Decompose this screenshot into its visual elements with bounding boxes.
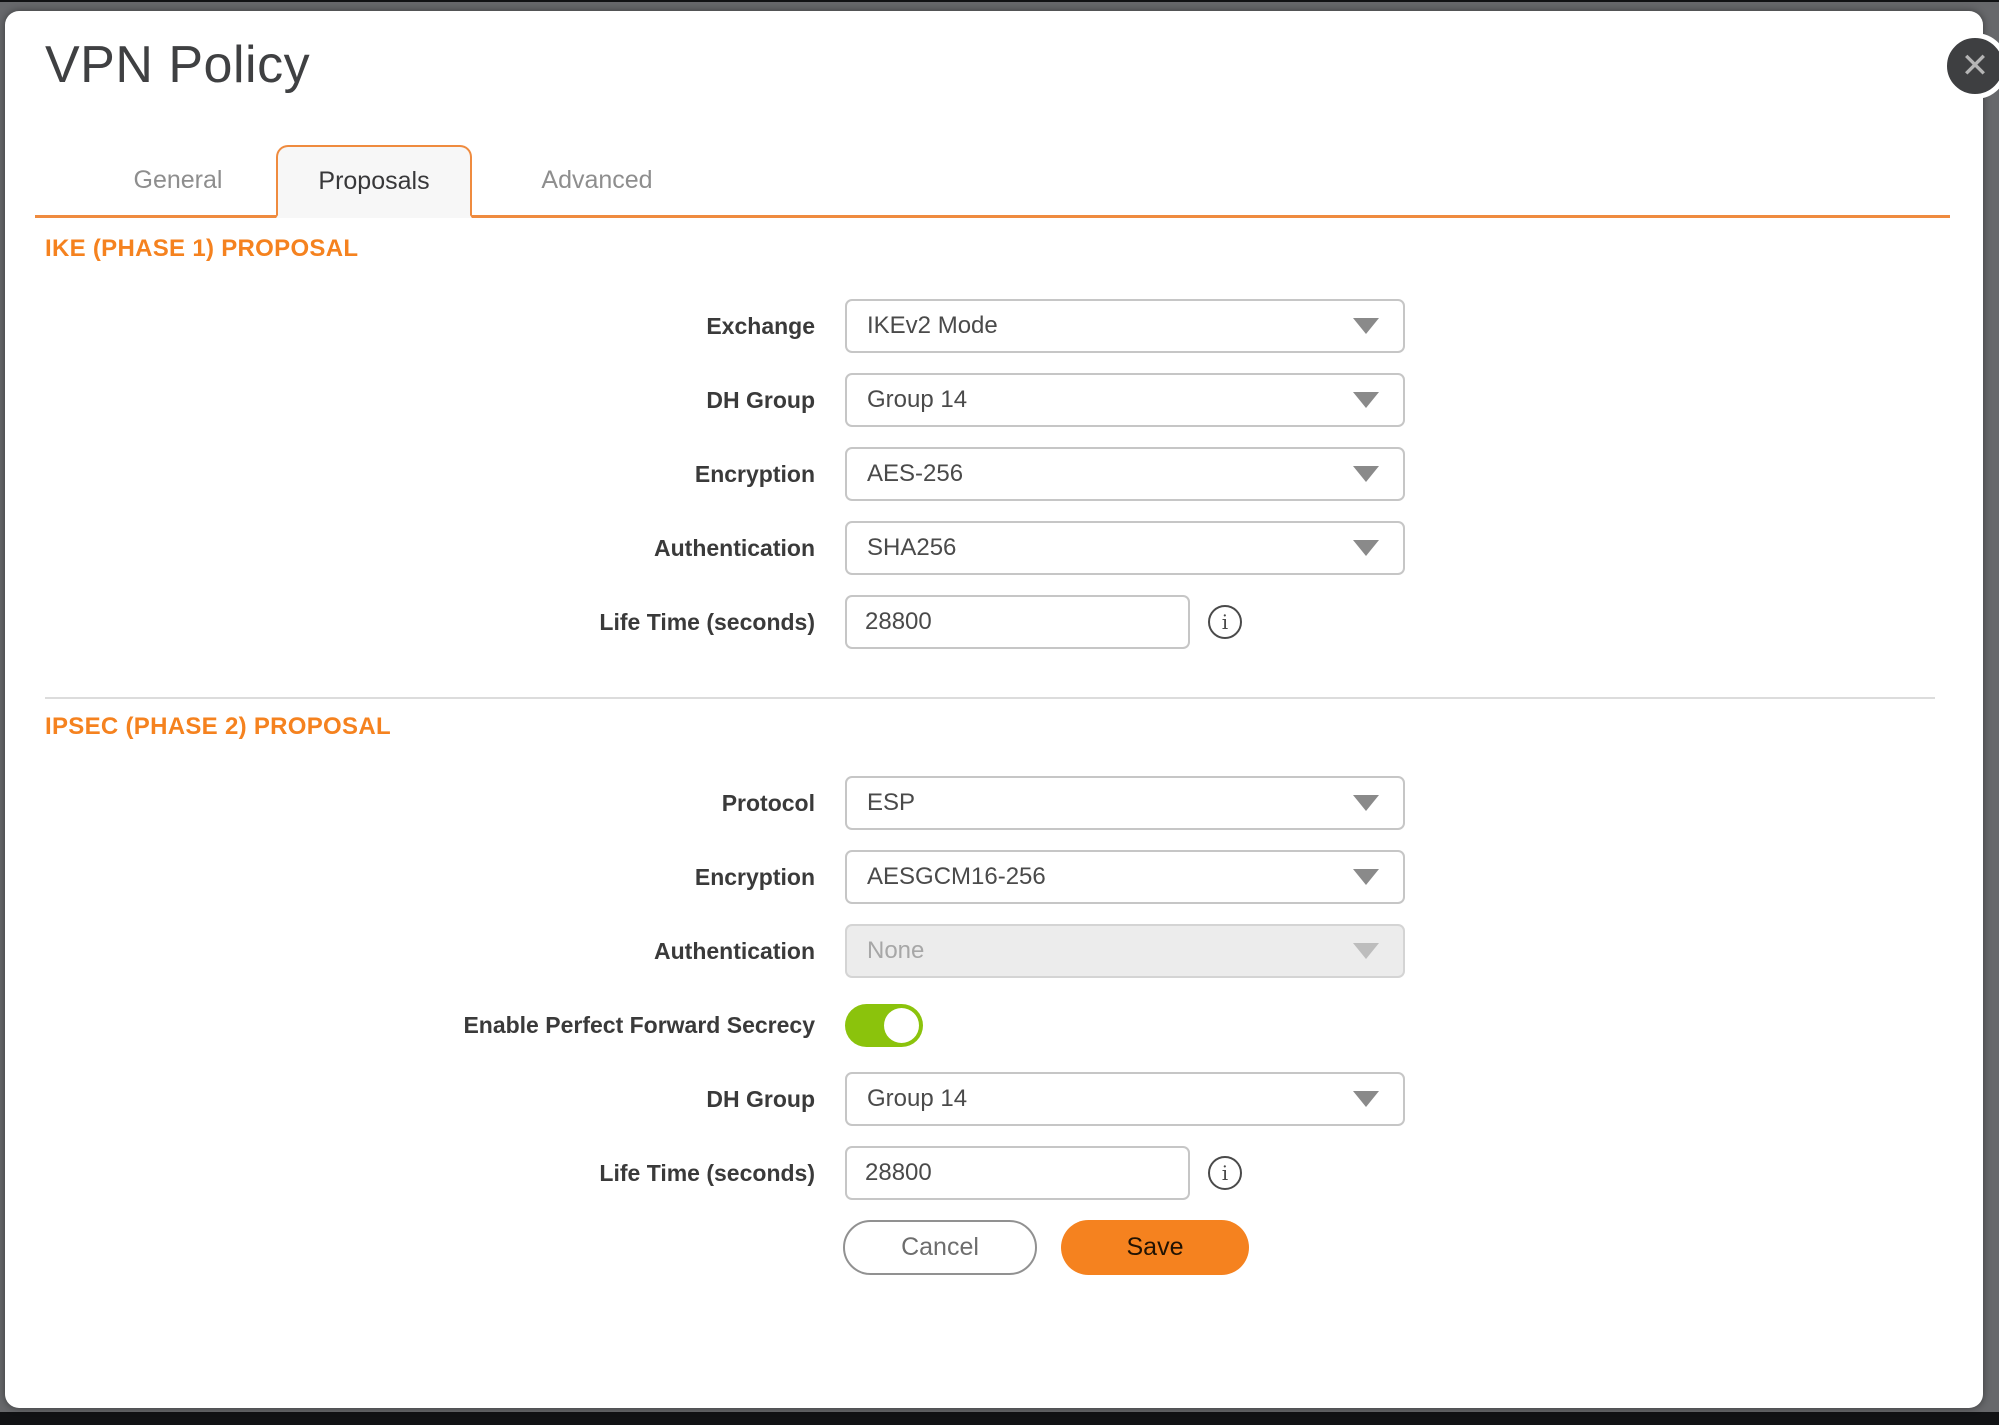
chevron-down-icon	[1353, 392, 1379, 408]
close-icon: ✕	[1961, 49, 1990, 83]
dh-group2-value: Group 14	[867, 1085, 967, 1113]
encryption-dropdown[interactable]: AES-256	[845, 447, 1405, 501]
chevron-down-icon	[1353, 943, 1379, 959]
authentication2-dropdown-disabled: None	[845, 924, 1405, 978]
vpn-policy-dialog: ✕ VPN Policy General Proposals Advanced …	[5, 11, 1983, 1408]
dh-group2-dropdown[interactable]: Group 14	[845, 1072, 1405, 1126]
authentication2-value: None	[867, 937, 924, 965]
encryption-value: AES-256	[867, 460, 963, 488]
life-time2-row: Life Time (seconds) i	[45, 1146, 1983, 1200]
encryption-row: Encryption AES-256	[45, 447, 1983, 501]
tab-advanced-label: Advanced	[541, 166, 652, 195]
authentication-dropdown[interactable]: SHA256	[845, 521, 1405, 575]
dh-group-label: DH Group	[45, 387, 815, 414]
authentication2-row: Authentication None	[45, 924, 1983, 978]
info-icon[interactable]: i	[1208, 605, 1242, 639]
info-icon-glyph: i	[1222, 610, 1228, 634]
encryption2-value: AESGCM16-256	[867, 863, 1046, 891]
authentication-row: Authentication SHA256	[45, 521, 1983, 575]
chevron-down-icon	[1353, 1091, 1379, 1107]
life-time-input-phase2[interactable]	[845, 1146, 1190, 1200]
exchange-label: Exchange	[45, 313, 815, 340]
proposals-panel: IKE (PHASE 1) PROPOSAL Exchange IKEv2 Mo…	[5, 235, 1983, 1275]
ipsec-phase2-heading: IPSEC (PHASE 2) PROPOSAL	[45, 713, 1983, 741]
dh-group-row: DH Group Group 14	[45, 373, 1983, 427]
authentication-value: SHA256	[867, 534, 956, 562]
life-time2-label: Life Time (seconds)	[45, 1160, 815, 1187]
pfs-label: Enable Perfect Forward Secrecy	[45, 1012, 815, 1039]
info-icon[interactable]: i	[1208, 1156, 1242, 1190]
ipsec-phase2-rows: Protocol ESP Encryption AESGCM16-256	[45, 776, 1983, 1200]
encryption2-label: Encryption	[45, 864, 815, 891]
encryption2-row: Encryption AESGCM16-256	[45, 850, 1983, 904]
cancel-button[interactable]: Cancel	[843, 1220, 1037, 1275]
close-button[interactable]: ✕	[1942, 33, 1999, 99]
dh-group2-row: DH Group Group 14	[45, 1072, 1983, 1126]
exchange-row: Exchange IKEv2 Mode	[45, 299, 1983, 353]
info-icon-glyph: i	[1222, 1161, 1228, 1185]
encryption2-dropdown[interactable]: AESGCM16-256	[845, 850, 1405, 904]
chevron-down-icon	[1353, 795, 1379, 811]
dh-group-value: Group 14	[867, 386, 967, 414]
chevron-down-icon	[1353, 466, 1379, 482]
dialog-footer: Cancel Save	[45, 1220, 1983, 1275]
tab-proposals-label: Proposals	[318, 167, 429, 196]
save-button[interactable]: Save	[1061, 1220, 1249, 1275]
toggle-knob	[884, 1008, 919, 1043]
life-time-row: Life Time (seconds) i	[45, 595, 1983, 649]
life-time-input-phase1[interactable]	[845, 595, 1190, 649]
exchange-dropdown[interactable]: IKEv2 Mode	[845, 299, 1405, 353]
tab-proposals[interactable]: Proposals	[276, 145, 472, 218]
protocol-label: Protocol	[45, 790, 815, 817]
pfs-row: Enable Perfect Forward Secrecy	[45, 998, 1983, 1052]
chevron-down-icon	[1353, 318, 1379, 334]
exchange-value: IKEv2 Mode	[867, 312, 998, 340]
protocol-dropdown[interactable]: ESP	[845, 776, 1405, 830]
encryption-label: Encryption	[45, 461, 815, 488]
life-time-label: Life Time (seconds)	[45, 609, 815, 636]
authentication2-label: Authentication	[45, 938, 815, 965]
pfs-toggle[interactable]	[845, 1004, 923, 1047]
dh-group-dropdown[interactable]: Group 14	[845, 373, 1405, 427]
dh-group2-label: DH Group	[45, 1086, 815, 1113]
dialog-title: VPN Policy	[45, 37, 1983, 93]
chevron-down-icon	[1353, 869, 1379, 885]
ike-phase1-rows: Exchange IKEv2 Mode DH Group Group 14	[45, 299, 1983, 649]
protocol-value: ESP	[867, 789, 915, 817]
authentication-label: Authentication	[45, 535, 815, 562]
ike-phase1-heading: IKE (PHASE 1) PROPOSAL	[45, 235, 1983, 263]
tab-advanced[interactable]: Advanced	[472, 145, 722, 215]
tab-bar: General Proposals Advanced	[35, 145, 1950, 218]
section-divider	[45, 697, 1935, 699]
protocol-row: Protocol ESP	[45, 776, 1983, 830]
tab-general[interactable]: General	[80, 145, 276, 215]
tab-general-label: General	[134, 166, 223, 195]
chevron-down-icon	[1353, 540, 1379, 556]
screen: ✕ VPN Policy General Proposals Advanced …	[0, 0, 1999, 1425]
